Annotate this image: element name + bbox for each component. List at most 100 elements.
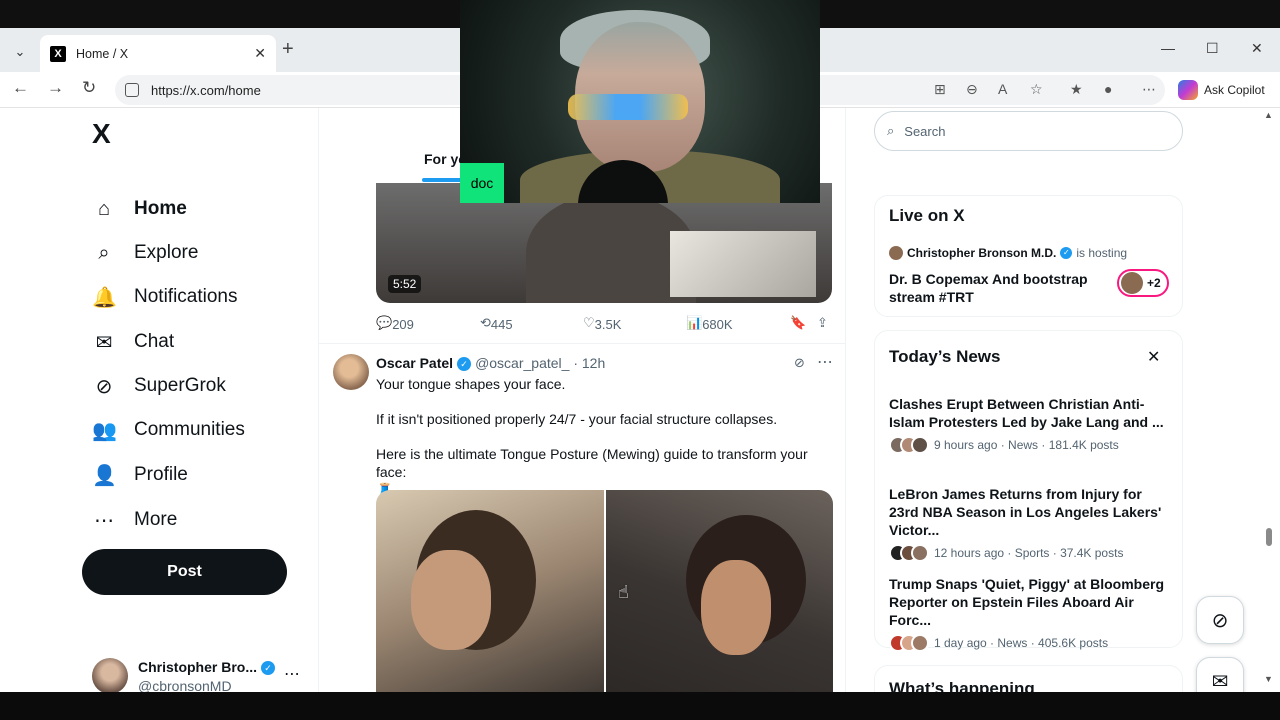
news-item[interactable]: Clashes Erupt Between Christian Anti-Isl… xyxy=(889,395,1169,454)
nav-label: Profile xyxy=(134,464,188,485)
tab-list-chevron-icon[interactable]: ⌄ xyxy=(7,39,33,65)
forward-arrow-icon[interactable]: → xyxy=(47,78,64,98)
messages-fab-icon[interactable]: ✉ xyxy=(1196,657,1244,692)
live-card: Live on X Christopher Bronson M.D. ✓ is … xyxy=(874,195,1183,317)
news-headline: Clashes Erupt Between Christian Anti-Isl… xyxy=(889,396,1164,430)
media-photo[interactable] xyxy=(376,490,604,692)
facepile xyxy=(889,436,929,454)
repost-button[interactable]: ⟲ 445 xyxy=(480,315,513,332)
photo-subject-face xyxy=(411,550,491,650)
back-arrow-icon[interactable]: ← xyxy=(12,78,29,98)
left-sidebar: X ⌂ Home ⌕ Explore 🔔 Notifications ✉ Cha… xyxy=(0,108,318,692)
nav-label: More xyxy=(134,509,178,530)
nav-communities[interactable]: 👥 Communities xyxy=(92,415,245,445)
news-item[interactable]: LeBron James Returns from Injury for 23r… xyxy=(889,485,1169,562)
home-icon: ⌂ xyxy=(97,197,111,220)
tweet-text: Your tongue shapes your face. If it isn'… xyxy=(376,375,836,499)
settings-more-icon[interactable]: ⋯ xyxy=(1142,81,1156,98)
webcam-overlay: doc xyxy=(460,0,820,203)
tweet[interactable]: Oscar Patel ✓ @oscar_patel_ · 12h ⊘ ⋯ Your… xyxy=(319,344,845,692)
tab-title: Home / X xyxy=(76,46,129,61)
nav-supergrok[interactable]: ⊘ SuperGrok xyxy=(92,371,226,401)
post-button[interactable]: Post xyxy=(82,549,287,595)
scroll-down-icon[interactable]: ▼ xyxy=(1264,674,1273,684)
nav-profile[interactable]: 👤 Profile xyxy=(92,460,188,490)
browser-tab-home[interactable]: X Home / X ✕ xyxy=(40,35,276,72)
nav-label: SuperGrok xyxy=(134,375,226,396)
nav-explore[interactable]: ⌕ Explore xyxy=(92,238,198,268)
close-window-icon[interactable]: ✕ xyxy=(1251,40,1263,57)
copilot-icon xyxy=(1178,80,1198,100)
grok-icon[interactable]: ⊘ xyxy=(794,355,805,371)
close-icon[interactable]: ✕ xyxy=(1147,347,1160,367)
nav-label: Explore xyxy=(134,242,199,263)
news-headline: Trump Snaps 'Quiet, Piggy' at Bloomberg … xyxy=(889,576,1165,628)
new-tab-button[interactable]: + xyxy=(282,39,294,59)
tweet-header: Oscar Patel ✓ @oscar_patel_ · 12h xyxy=(376,355,605,372)
author-handle[interactable]: @oscar_patel_ xyxy=(475,355,569,371)
mouse-cursor-icon: ☝ xyxy=(618,582,629,602)
avatar xyxy=(889,246,903,260)
read-aloud-icon[interactable]: A xyxy=(998,81,1007,97)
scrollbar[interactable]: ▲ ▼ xyxy=(1262,108,1276,692)
profile-avatar-icon[interactable]: ● xyxy=(1104,81,1112,97)
verified-badge-icon: ✓ xyxy=(261,661,276,676)
x-logo-icon[interactable]: X xyxy=(92,118,111,150)
more-options-icon[interactable]: ⋯ xyxy=(817,352,833,372)
close-tab-icon[interactable]: ✕ xyxy=(254,45,266,62)
like-button[interactable]: ♡ 3.5K xyxy=(583,315,621,332)
minimize-icon[interactable]: — xyxy=(1161,40,1175,56)
avatar xyxy=(92,658,128,692)
share-icon[interactable]: ⇪ xyxy=(817,315,828,331)
maximize-icon[interactable]: ☐ xyxy=(1206,40,1219,57)
views-button[interactable]: 📊 680K xyxy=(686,315,733,332)
nav-chat[interactable]: ✉ Chat xyxy=(92,327,175,357)
refresh-icon[interactable]: ↻ xyxy=(82,78,96,98)
x-favicon-icon: X xyxy=(50,45,66,62)
live-host[interactable]: Christopher Bronson M.D. ✓ is hosting xyxy=(889,246,1127,260)
nav-more[interactable]: ⋯ More xyxy=(92,505,177,535)
live-stream-title[interactable]: Dr. B Copemax And bootstrap stream #TRT xyxy=(889,270,1109,306)
video-inset-image xyxy=(670,231,816,297)
grok-icon: ⊘ xyxy=(95,375,113,398)
bottom-letterbox xyxy=(0,692,1280,720)
grok-fab-icon[interactable]: ⊘ xyxy=(1196,596,1244,644)
news-meta: 12 hours ago · Sports · 37.4K posts xyxy=(889,544,1169,562)
live-participants[interactable]: +2 xyxy=(1117,269,1169,297)
tweet-time[interactable]: · 12h xyxy=(573,355,605,371)
search-placeholder: Search xyxy=(904,123,946,139)
favorites-icon[interactable]: ★ xyxy=(1070,81,1083,98)
account-switcher[interactable]: Christopher Bro... ✓ @cbronsonMD ⋯ xyxy=(92,658,302,692)
site-info-icon[interactable] xyxy=(125,83,139,97)
scroll-up-icon[interactable]: ▲ xyxy=(1264,110,1273,120)
todays-news-card: Today’s News ✕ Clashes Erupt Between Chr… xyxy=(874,330,1183,652)
nav-home[interactable]: ⌂ Home xyxy=(92,194,187,224)
more-circle-icon: ⋯ xyxy=(94,509,114,532)
webcam-glasses xyxy=(568,94,688,120)
apps-icon[interactable]: ⊞ xyxy=(934,81,946,98)
media-photo[interactable] xyxy=(605,490,833,692)
nav-label: Chat xyxy=(134,331,175,352)
right-sidebar: ⌕ Search Live on X Christopher Bronson M… xyxy=(874,108,1184,692)
avatar xyxy=(1121,272,1143,294)
webcam-label: doc xyxy=(460,163,504,203)
avatar[interactable] xyxy=(333,354,369,390)
news-item[interactable]: Trump Snaps 'Quiet, Piggy' at Bloomberg … xyxy=(889,575,1169,652)
photo-subject-face xyxy=(700,560,771,655)
tweet-media[interactable] xyxy=(376,490,833,692)
tweet-line: If it isn't positioned properly 24/7 - y… xyxy=(376,411,778,427)
whats-happening-card: What’s happening xyxy=(874,665,1183,692)
verified-badge-icon: ✓ xyxy=(1060,247,1073,259)
account-more-icon[interactable]: ⋯ xyxy=(284,664,300,684)
bookmark-icon[interactable]: 🔖 xyxy=(790,315,806,331)
favorite-star-icon[interactable]: ☆ xyxy=(1030,81,1043,98)
ask-copilot-button[interactable]: Ask Copilot xyxy=(1172,76,1276,104)
search-input[interactable]: ⌕ Search xyxy=(874,111,1183,151)
scrollbar-thumb[interactable] xyxy=(1266,528,1272,546)
zoom-icon[interactable]: ⊖ xyxy=(966,81,978,98)
author-name[interactable]: Oscar Patel xyxy=(376,355,453,371)
participants-count: +2 xyxy=(1147,276,1161,290)
nav-notifications[interactable]: 🔔 Notifications xyxy=(92,282,238,312)
reply-button[interactable]: 💬 209 xyxy=(376,315,414,332)
account-handle: @cbronsonMD xyxy=(138,678,232,692)
